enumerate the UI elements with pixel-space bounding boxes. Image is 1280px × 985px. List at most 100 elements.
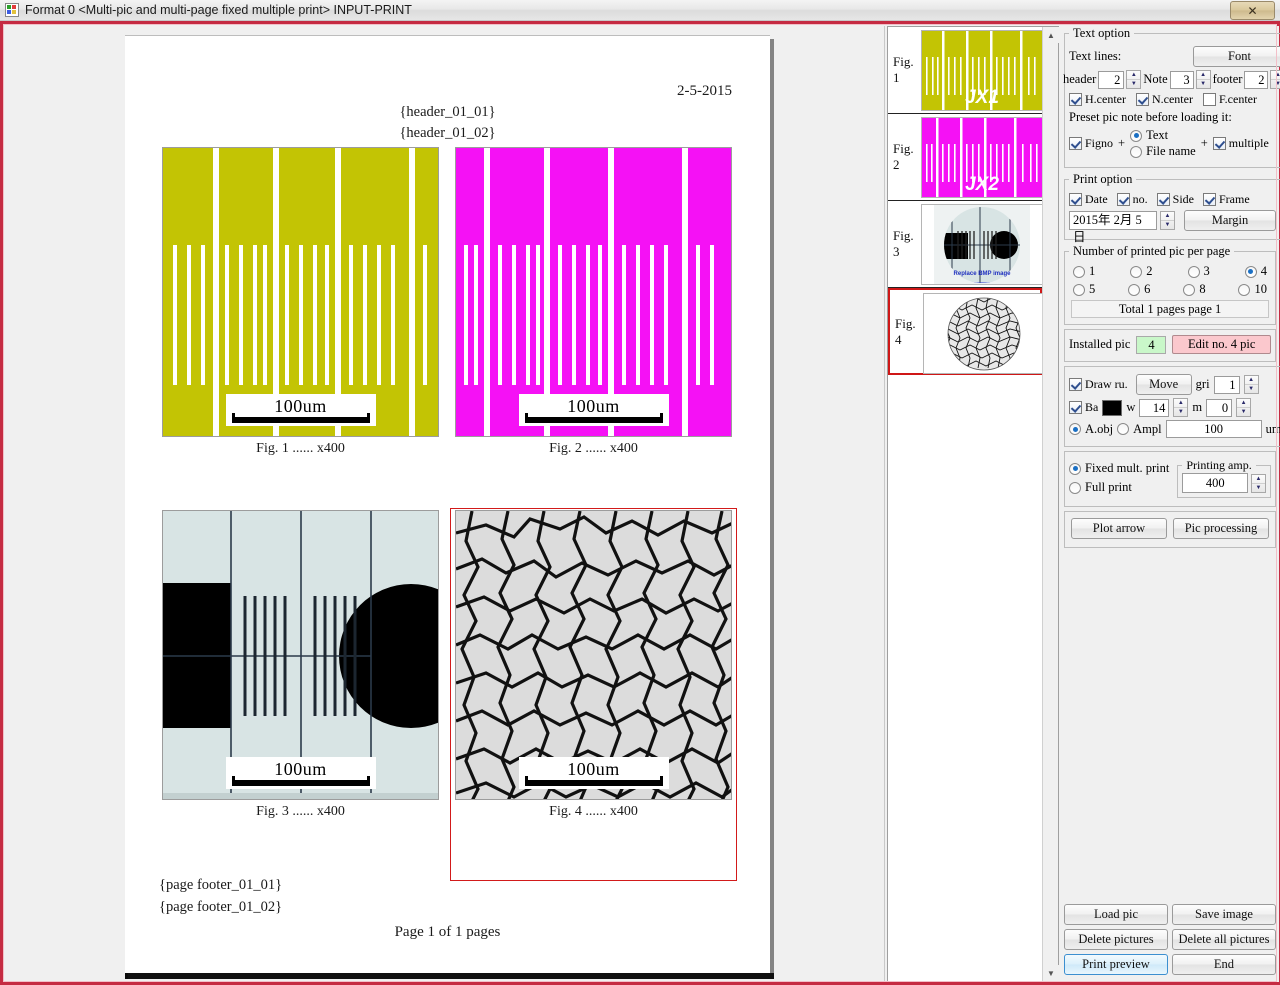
pics-radio-label-6: 6 [1144, 282, 1151, 296]
fixed-mult-print-radio[interactable]: Fixed mult. print [1069, 461, 1169, 476]
scale-bar-label-1: 100um [274, 396, 327, 416]
pics-radio-8[interactable]: 8 [1183, 282, 1206, 297]
scroll-up-icon[interactable]: ▲ [1043, 27, 1059, 43]
printing-amp-input[interactable]: 400 [1182, 473, 1248, 493]
h-center-checkbox[interactable]: H.center [1069, 92, 1126, 107]
thumbnail-item-2[interactable]: Fig. 2 JX2 [888, 114, 1043, 201]
pics-radio-2[interactable]: 2 [1130, 264, 1153, 279]
multiple-checkbox[interactable]: multiple [1212, 136, 1269, 151]
bar-checkbox[interactable]: Ba [1069, 400, 1098, 415]
date-checkbox[interactable]: Date [1069, 192, 1108, 207]
bar-width-input[interactable]: 14 [1139, 398, 1170, 417]
pics-radio-1[interactable]: 1 [1073, 264, 1095, 279]
figure-image-3[interactable]: 100um [162, 510, 439, 800]
radio-icon-3 [1187, 265, 1200, 278]
thumbnail-scrollbar[interactable]: ▲ ▼ [1042, 27, 1059, 981]
total-pages-status: Total 1 pages page 1 [1071, 300, 1269, 318]
title-bar: Format 0 <Multi-pic and multi-page fixed… [0, 0, 1280, 21]
end-button[interactable]: End [1172, 954, 1276, 975]
radio-text-label: Text [1146, 128, 1169, 142]
checkbox-icon-f-center [1202, 93, 1216, 106]
header-lines-stepper[interactable]: ▲ ▼ [1126, 70, 1142, 89]
delete-pictures-button[interactable]: Delete pictures [1064, 929, 1168, 950]
font-button[interactable]: Font [1193, 46, 1280, 67]
aobj-radio[interactable]: A.obj [1069, 422, 1113, 437]
load-pic-button[interactable]: Load pic [1064, 904, 1168, 925]
save-image-button[interactable]: Save image [1172, 904, 1276, 925]
print-date-stepper[interactable]: ▲ ▼ [1160, 211, 1175, 230]
pic-processing-button[interactable]: Pic processing [1173, 518, 1269, 539]
figno-checkbox[interactable]: Figno [1069, 136, 1113, 151]
pics-radio-4[interactable]: 4 [1244, 264, 1267, 279]
print-mode-group: Fixed mult. print Full print Printing am… [1064, 451, 1276, 507]
note-lines-input[interactable]: 3 [1169, 70, 1194, 89]
thumbnail-item-3[interactable]: Fig. 3 Replace BMP image [888, 201, 1043, 288]
full-print-radio[interactable]: Full print [1069, 480, 1169, 495]
printing-amp-stepper[interactable]: ▲ ▼ [1251, 473, 1266, 493]
footer-lines-input[interactable]: 2 [1244, 70, 1269, 89]
ampl-radio[interactable]: Ampl [1117, 421, 1162, 437]
side-checkbox[interactable]: Side [1156, 192, 1194, 207]
pics-radio-6[interactable]: 6 [1128, 282, 1150, 297]
figure-caption-2: Fig. 2 ...... x400 [549, 441, 638, 456]
print-preview-button[interactable]: Print preview [1064, 954, 1168, 975]
draw-ruler-checkbox[interactable]: Draw ru. [1069, 377, 1128, 392]
thumbnail-item-4[interactable]: Fig. 4 [888, 288, 1045, 375]
bar-margin-stepper[interactable]: ▲ ▼ [1236, 398, 1252, 417]
margin-button[interactable]: Margin [1184, 210, 1276, 231]
figure-cell-4[interactable]: 100um Fig. 4 ...... x400 [450, 508, 737, 881]
figure-image-2[interactable]: 100um [455, 147, 732, 437]
thumbnail-list[interactable]: Fig. 1 JX1 Fig. 2 JX2 Fig. 3 Replace BMP… [888, 27, 1045, 981]
figure-image-4[interactable]: 100um [455, 510, 732, 800]
figure-cell-3[interactable]: 100um Fig. 3 ...... x400 [158, 509, 443, 880]
close-icon[interactable]: ✕ [1230, 1, 1275, 20]
header-lines-input[interactable]: 2 [1098, 70, 1125, 89]
pics-radio-3[interactable]: 3 [1187, 264, 1210, 279]
ampl-label: Ampl [1133, 421, 1162, 436]
thumbnail-image-2[interactable]: JX2 [921, 117, 1043, 198]
pics-radio-label-1: 1 [1089, 264, 1096, 278]
footer-lines-stepper[interactable]: ▲ ▼ [1270, 70, 1280, 89]
pics-radio-10[interactable]: 10 [1238, 282, 1267, 297]
delete-all-pictures-button[interactable]: Delete all pictures [1172, 929, 1276, 950]
ampl-input[interactable]: 100 [1165, 420, 1262, 438]
bar-margin-input[interactable]: 0 [1206, 398, 1233, 417]
move-button[interactable]: Move [1135, 374, 1192, 395]
checkbox-icon-frame [1203, 193, 1216, 206]
no-checkbox[interactable]: no. [1116, 192, 1148, 207]
thumbnail-item-1[interactable]: Fig. 1 JX1 [888, 27, 1043, 114]
edit-pic-button[interactable]: Edit no. 4 pic [1172, 335, 1271, 354]
print-preview-pane[interactable]: 2-5-2015 {header_01_01} {header_01_02} 1… [5, 26, 885, 982]
bar-width-stepper[interactable]: ▲ ▼ [1173, 398, 1189, 417]
f-center-checkbox[interactable]: F.center [1202, 92, 1257, 107]
thumbnail-pane[interactable]: Fig. 1 JX1 Fig. 2 JX2 Fig. 3 Replace BMP… [887, 26, 1059, 982]
n-center-checkbox[interactable]: N.center [1135, 92, 1193, 107]
thumb-stripes-olive-graphic: JX1 [922, 31, 1042, 110]
grid-input[interactable]: 1 [1213, 375, 1240, 394]
radio-text-option[interactable]: Text [1130, 128, 1196, 143]
print-option-title: Print option [1073, 172, 1133, 186]
thumbnail-image-3[interactable]: Replace BMP image [921, 204, 1043, 285]
bottom-button-bar: Load pic Save image Delete pictures Dele… [1064, 904, 1276, 975]
figure-cell-2[interactable]: 100um Fig. 2 ...... x400 [451, 146, 736, 461]
frame-checkbox[interactable]: Frame [1203, 192, 1250, 207]
radio-filename-option[interactable]: File name [1130, 144, 1196, 159]
checkbox-icon-h-center [1069, 93, 1082, 106]
thumb-micrograph-graphic: Replace BMP image [922, 205, 1042, 284]
header-lines-label: header [1063, 72, 1097, 86]
plot-arrow-button[interactable]: Plot arrow [1071, 518, 1167, 539]
thumbnail-image-4[interactable] [923, 293, 1045, 374]
figure-image-1[interactable]: 100um [162, 147, 439, 437]
checkbox-icon-bar [1069, 401, 1082, 414]
print-option-group: Print option Date no. Side Frame 2015年 2… [1064, 172, 1280, 244]
note-lines-label: Note [1143, 72, 1168, 86]
print-date-input[interactable]: 2015年 2月 5日 [1069, 211, 1157, 244]
grid-stepper[interactable]: ▲ ▼ [1243, 375, 1259, 394]
note-lines-stepper[interactable]: ▲ ▼ [1195, 70, 1211, 89]
thumbnail-image-1[interactable]: JX1 [921, 30, 1043, 111]
scroll-down-icon[interactable]: ▼ [1043, 965, 1059, 981]
bar-color-swatch[interactable] [1102, 399, 1123, 416]
scale-bar-line-1 [231, 413, 370, 423]
pics-radio-5[interactable]: 5 [1073, 282, 1095, 297]
figure-cell-1[interactable]: 100um Fig. 1 ...... x400 [158, 146, 443, 461]
